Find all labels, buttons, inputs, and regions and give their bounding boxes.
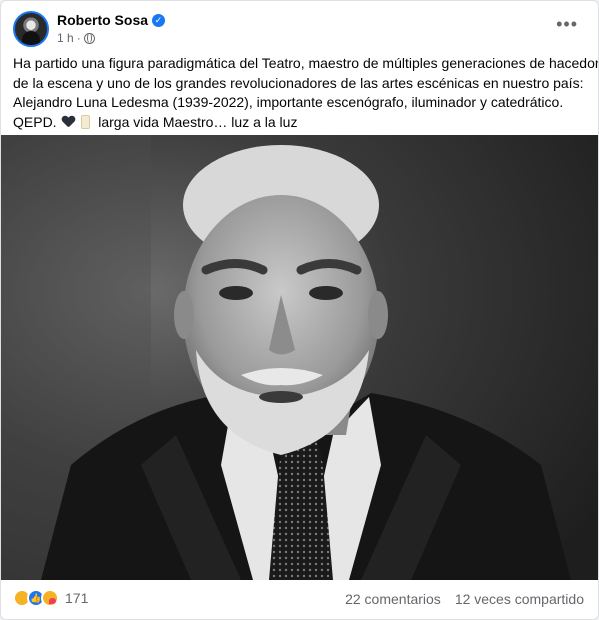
post-text-last-line: QEPD. larga vida Maestro… luz a la luz	[13, 113, 588, 133]
post-photo[interactable]	[1, 135, 598, 580]
author-avatar[interactable]	[13, 11, 49, 47]
qepd-text: QEPD.	[13, 113, 57, 130]
post-meta: 1 h ·	[57, 31, 95, 45]
post-time[interactable]: 1 h	[57, 31, 74, 45]
care-reaction-icon	[41, 589, 59, 607]
author-name[interactable]: Roberto Sosa	[57, 12, 148, 28]
shares-count[interactable]: 12 veces compartido	[455, 591, 584, 607]
post-text-line: Alejandro Luna Ledesma (1939-2022), impo…	[13, 94, 564, 110]
reactions-summary[interactable]: 👍 171	[13, 589, 88, 607]
post-stats: 22 comentarios 12 veces compartido	[345, 591, 584, 607]
meta-separator: ·	[76, 31, 81, 45]
author-line: Roberto Sosa ✓	[57, 12, 166, 28]
comments-count[interactable]: 22 comentarios	[345, 591, 441, 607]
post-footer: 👍 171 22 comentarios 12 veces compartido	[13, 585, 586, 613]
portrait-illustration	[1, 135, 598, 580]
closing-text: larga vida Maestro… luz a la luz	[98, 113, 298, 130]
post-text-line: Ha partido una figura paradigmática del …	[13, 55, 599, 71]
post-text: Ha partido una figura paradigmática del …	[13, 54, 599, 133]
verified-badge-icon: ✓	[152, 13, 166, 27]
reaction-count[interactable]: 171	[65, 590, 88, 606]
avatar-silhouette	[22, 31, 40, 45]
post-header: Roberto Sosa ✓ 1 h · •••	[13, 11, 586, 51]
post-text-line: de la escena y uno de los grandes revolu…	[13, 74, 584, 91]
facebook-post: Roberto Sosa ✓ 1 h · ••• Ha partido una …	[0, 0, 599, 620]
scroll-icon	[81, 114, 91, 129]
more-options-icon[interactable]: •••	[556, 15, 578, 33]
globe-icon[interactable]	[83, 32, 95, 44]
black-heart-icon	[62, 116, 75, 128]
